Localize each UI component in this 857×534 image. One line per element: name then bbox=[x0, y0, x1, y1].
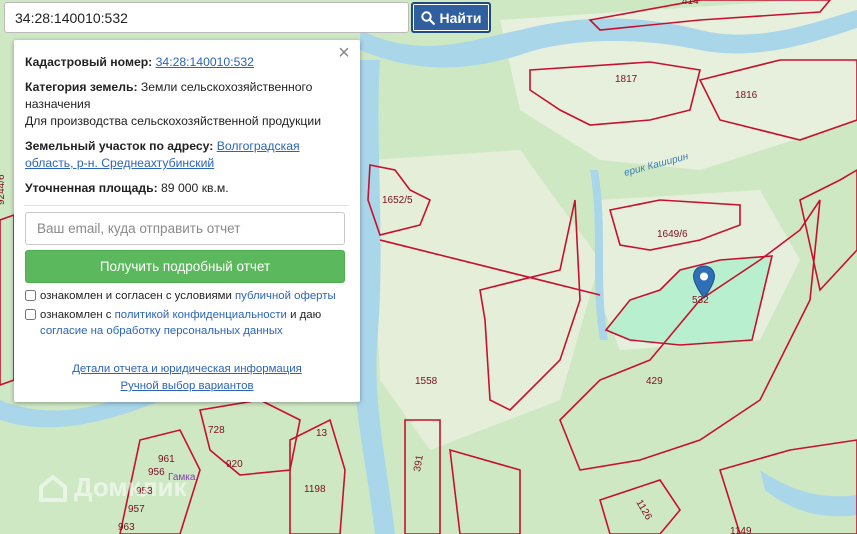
offer-consent: ознакомлен и согласен с условиями публич… bbox=[25, 288, 348, 304]
offer-consent-label: ознакомлен и согласен с условиями bbox=[40, 290, 232, 302]
search-input[interactable] bbox=[5, 3, 408, 32]
svg-text:13: 13 bbox=[316, 428, 328, 439]
svg-text:429: 429 bbox=[646, 376, 663, 387]
report-details-link[interactable]: Детали отчета и юридическая информация bbox=[72, 363, 302, 375]
email-input[interactable] bbox=[25, 212, 345, 245]
offer-consent-text: ознакомлен и согласен с условиями публич… bbox=[40, 288, 336, 304]
watermark-text: Домклик bbox=[74, 472, 187, 502]
svg-text:963: 963 bbox=[118, 522, 135, 533]
privacy-policy-link[interactable]: политикой конфиденциальности bbox=[115, 309, 287, 321]
offer-consent-checkbox[interactable] bbox=[25, 290, 36, 301]
svg-text:1816: 1816 bbox=[735, 90, 758, 101]
address-row: Земельный участок по адресу: Волгоградск… bbox=[25, 138, 348, 172]
watermark: Домклик bbox=[38, 472, 186, 503]
category-row: Категория земель: Земли сельскохозяйстве… bbox=[25, 79, 348, 130]
cadastral-number-link[interactable]: 34:28:140010:532 bbox=[156, 55, 254, 69]
divider bbox=[24, 205, 349, 206]
cadastral-label: Кадастровый номер: bbox=[25, 55, 153, 69]
area-value: 89 000 кв.м. bbox=[161, 181, 229, 195]
manual-selection-link[interactable]: Ручной выбор вариантов bbox=[120, 380, 253, 392]
search-button-label: Найти bbox=[439, 9, 482, 26]
category-use: Для производства сельскохозяйственной пр… bbox=[25, 114, 322, 128]
parcel-info-panel: × Кадастровый номер: 34:28:140010:532 Ка… bbox=[14, 40, 360, 402]
svg-text:920: 920 bbox=[226, 459, 243, 470]
privacy-consent-checkbox[interactable] bbox=[25, 309, 36, 320]
area-label: Уточненная площадь: bbox=[25, 181, 158, 195]
selected-parcel-label: 532 bbox=[692, 295, 709, 306]
svg-text:1817: 1817 bbox=[615, 74, 638, 85]
close-icon[interactable]: × bbox=[336, 43, 352, 63]
public-offer-link[interactable]: публичной оферты bbox=[235, 290, 336, 302]
svg-text:1649/6: 1649/6 bbox=[657, 229, 688, 240]
svg-text:9244/6: 9244/6 bbox=[0, 174, 7, 205]
svg-text:1149: 1149 bbox=[730, 526, 752, 534]
address-label: Земельный участок по адресу: bbox=[25, 139, 214, 153]
privacy-consent: ознакомлен с политикой конфиденциальност… bbox=[25, 307, 348, 339]
area-row: Уточненная площадь: 89 000 кв.м. bbox=[25, 180, 348, 197]
search-icon bbox=[420, 10, 435, 25]
privacy-consent-text: ознакомлен с политикой конфиденциальност… bbox=[40, 307, 348, 339]
svg-text:1652/5: 1652/5 bbox=[382, 195, 413, 206]
category-label: Категория земель: bbox=[25, 80, 138, 94]
svg-text:728: 728 bbox=[208, 425, 225, 436]
svg-text:957: 957 bbox=[128, 504, 145, 515]
privacy-consent-mid: и даю bbox=[290, 309, 322, 321]
svg-text:414: 414 bbox=[682, 0, 699, 7]
search-button[interactable]: Найти bbox=[411, 2, 491, 33]
svg-text:1198: 1198 bbox=[304, 484, 326, 495]
privacy-consent-label: ознакомлен с bbox=[40, 309, 112, 321]
house-logo-icon bbox=[39, 474, 67, 502]
cadastral-row: Кадастровый номер: 34:28:140010:532 bbox=[25, 54, 348, 71]
svg-text:1558: 1558 bbox=[415, 376, 438, 387]
svg-text:961: 961 bbox=[158, 454, 175, 465]
location-pin-icon[interactable] bbox=[692, 265, 716, 299]
search-box bbox=[4, 2, 409, 33]
personal-data-consent-link[interactable]: согласие на обработку персональных данны… bbox=[40, 325, 283, 337]
get-report-button[interactable]: Получить подробный отчет bbox=[25, 250, 345, 283]
panel-footer-links: Детали отчета и юридическая информация Р… bbox=[14, 361, 360, 395]
